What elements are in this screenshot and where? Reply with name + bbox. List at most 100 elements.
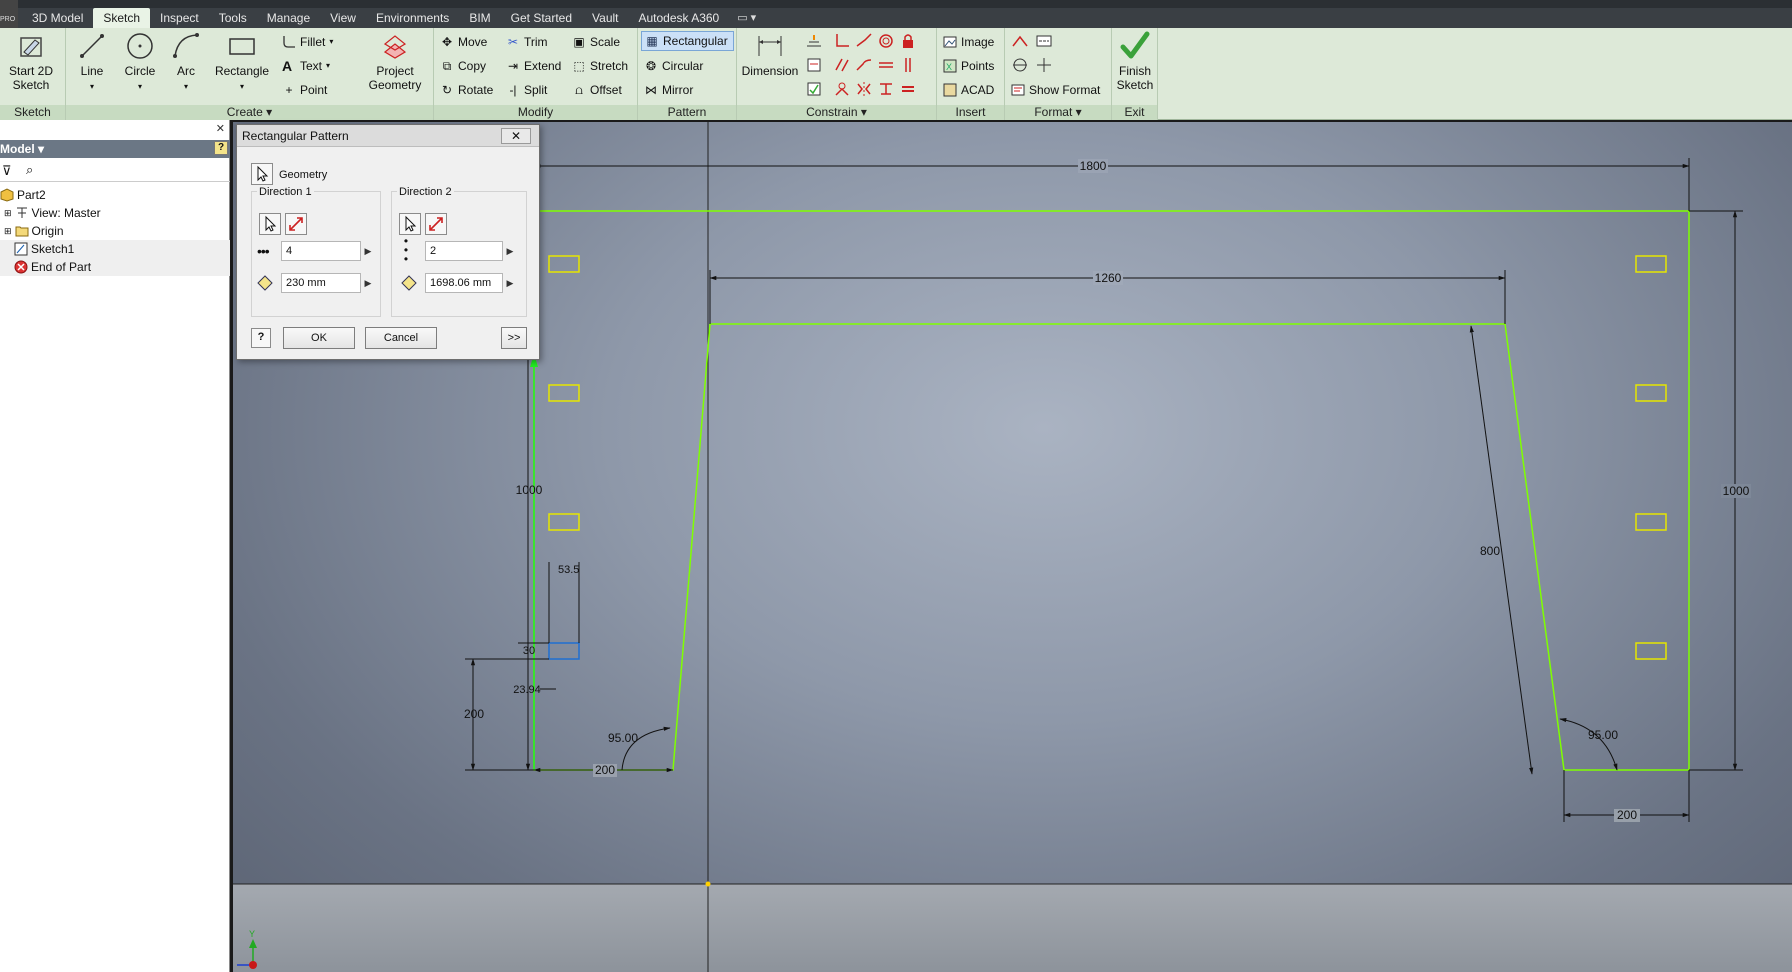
- dialog-close-button[interactable]: ✕: [501, 128, 531, 144]
- tree-item-end-of-part[interactable]: End of Part: [0, 258, 230, 276]
- point-button[interactable]: + Point: [282, 80, 327, 100]
- direction1-spacing-field[interactable]: 230 mm: [281, 273, 361, 293]
- circle-button[interactable]: Circle ▾: [118, 30, 162, 94]
- dialog-help-icon[interactable]: ?: [251, 328, 271, 348]
- text-button[interactable]: A Text ▾: [282, 56, 330, 76]
- dim-offset-x[interactable]: 53.5: [558, 564, 579, 576]
- cancel-button[interactable]: Cancel: [365, 327, 437, 349]
- tree-item-origin[interactable]: ⊞ Origin: [0, 222, 230, 240]
- rectangular-pattern-button[interactable]: ▦ Rectangular: [641, 31, 734, 51]
- fix-constraint-icon[interactable]: [899, 32, 917, 50]
- stretch-button[interactable]: ⬚ Stretch: [572, 56, 628, 76]
- image-button[interactable]: Image: [943, 32, 994, 52]
- tab-inspect[interactable]: Inspect: [150, 8, 209, 28]
- panel-title-constrain[interactable]: Constrain ▾: [737, 105, 936, 120]
- dim-left-height[interactable]: 1000: [516, 483, 543, 497]
- acad-button[interactable]: ACAD: [943, 80, 994, 100]
- move-button[interactable]: ✥ Move: [440, 32, 487, 52]
- copy-button[interactable]: ⧉ Copy: [440, 56, 486, 76]
- tab-autodesk-a360[interactable]: Autodesk A360: [629, 8, 730, 28]
- horizontal-constraint-icon[interactable]: [877, 80, 895, 98]
- panel-title-create[interactable]: Create ▾: [66, 105, 433, 120]
- pattern-rect[interactable]: [1635, 513, 1667, 531]
- panel-title-format[interactable]: Format ▾: [1005, 105, 1111, 120]
- expand-icon[interactable]: ⊞: [4, 204, 12, 222]
- driven-dimension-icon[interactable]: [1035, 56, 1053, 74]
- smooth-constraint-icon[interactable]: [855, 56, 873, 74]
- rectangle-button[interactable]: Rectangle ▾: [210, 30, 274, 94]
- centerline-icon[interactable]: [1035, 32, 1053, 50]
- direction1-spacing-arrow-icon[interactable]: ▶: [361, 273, 375, 293]
- offset-button[interactable]: ⩍ Offset: [572, 80, 622, 100]
- collinear-constraint-icon[interactable]: [877, 56, 895, 74]
- selected-rect[interactable]: [548, 642, 580, 660]
- trim-button[interactable]: ✂ Trim: [506, 32, 548, 52]
- finish-sketch-button[interactable]: Finish Sketch: [1114, 30, 1156, 92]
- tab-tools[interactable]: Tools: [209, 8, 257, 28]
- ribbon-display-toggle-icon[interactable]: ▭ ▾: [729, 8, 764, 28]
- direction1-count-arrow-icon[interactable]: ▶: [361, 241, 375, 261]
- dim-right-height[interactable]: 1000: [1723, 484, 1750, 498]
- mirror-button[interactable]: ⋈ Mirror: [644, 80, 693, 100]
- tangent-constraint-icon[interactable]: [855, 32, 873, 50]
- origin-point[interactable]: [705, 881, 711, 887]
- dialog-title-bar[interactable]: Rectangular Pattern: [237, 125, 539, 147]
- arc-button[interactable]: Arc ▾: [164, 30, 208, 94]
- rotate-button[interactable]: ↻ Rotate: [440, 80, 493, 100]
- filter-icon[interactable]: ⊽: [2, 163, 12, 179]
- dim-slanted[interactable]: 800: [1480, 544, 1500, 558]
- tab-bim[interactable]: BIM: [459, 8, 500, 28]
- dim-top-width[interactable]: 1260: [1095, 271, 1122, 285]
- expand-icon[interactable]: ⊞: [4, 222, 12, 240]
- split-button[interactable]: -| Split: [506, 80, 547, 100]
- constraint-settings-icon[interactable]: [805, 80, 823, 98]
- scale-button[interactable]: ▣ Scale: [572, 32, 620, 52]
- equal-constraint-icon[interactable]: [899, 80, 917, 98]
- circular-pattern-button[interactable]: ❂ Circular: [644, 56, 703, 76]
- direction2-flip-button[interactable]: [425, 213, 447, 235]
- tab-3d-model[interactable]: 3D Model: [22, 8, 93, 28]
- auto-dimension-icon[interactable]: [805, 32, 823, 50]
- vertical-constraint-icon[interactable]: [899, 56, 917, 74]
- symmetric-constraint-icon[interactable]: [855, 80, 873, 98]
- construction-icon[interactable]: [1011, 32, 1029, 50]
- dim-overall-width[interactable]: 1800: [1080, 159, 1107, 173]
- pattern-rect[interactable]: [548, 384, 580, 402]
- pattern-rect[interactable]: [1635, 255, 1667, 273]
- concentric-constraint-icon[interactable]: [877, 32, 895, 50]
- tree-item-part[interactable]: Part2: [0, 186, 230, 204]
- dim-bottom-offset[interactable]: 200: [464, 707, 484, 721]
- line-button[interactable]: Line ▾: [70, 30, 114, 94]
- direction2-spacing-arrow-icon[interactable]: ▶: [503, 273, 517, 293]
- project-geometry-button[interactable]: Project Geometry: [360, 30, 430, 92]
- tree-item-view-master[interactable]: ⊞ View: Master: [0, 204, 230, 222]
- dim-right-angle[interactable]: 95.00: [1588, 728, 1618, 742]
- pattern-rect[interactable]: [548, 513, 580, 531]
- pattern-rect[interactable]: [548, 255, 580, 273]
- show-constraints-icon[interactable]: [805, 56, 823, 74]
- panel-title-sketch[interactable]: Sketch: [0, 105, 65, 120]
- fillet-button[interactable]: Fillet ▾: [282, 32, 333, 52]
- more-options-button[interactable]: >>: [501, 327, 527, 349]
- tab-view[interactable]: View: [320, 8, 366, 28]
- sketch-profile[interactable]: [533, 210, 1690, 771]
- center-point-icon[interactable]: [1011, 56, 1029, 74]
- tab-manage[interactable]: Manage: [257, 8, 320, 28]
- direction2-path-button[interactable]: [399, 213, 421, 235]
- help-icon[interactable]: ?: [214, 141, 228, 155]
- direction2-spacing-field[interactable]: 1698.06 mm: [425, 273, 503, 293]
- browser-close-icon[interactable]: ✕: [216, 122, 225, 135]
- parallel-constraint-icon[interactable]: [833, 56, 851, 74]
- direction1-count-field[interactable]: 4: [281, 241, 361, 261]
- dimension-button[interactable]: Dimension: [739, 30, 801, 78]
- ok-button[interactable]: OK: [283, 327, 355, 349]
- direction2-count-arrow-icon[interactable]: ▶: [503, 241, 517, 261]
- browser-header[interactable]: Model ▾ ?: [0, 140, 230, 158]
- dim-left-base[interactable]: 200: [595, 763, 615, 777]
- pattern-rect[interactable]: [1635, 384, 1667, 402]
- find-icon[interactable]: ⌕: [26, 162, 33, 178]
- pattern-rect[interactable]: [1635, 642, 1667, 660]
- dim-right-base[interactable]: 200: [1617, 808, 1637, 822]
- dim-left-angle[interactable]: 95.00: [608, 731, 638, 745]
- direction1-path-button[interactable]: [259, 213, 281, 235]
